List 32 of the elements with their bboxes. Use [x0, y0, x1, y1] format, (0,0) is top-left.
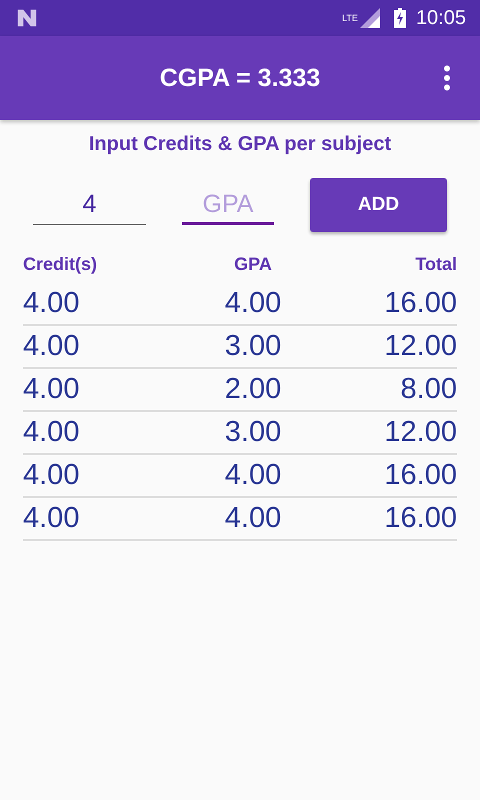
signal-icon	[360, 8, 380, 28]
table-cell-text: 4.00	[23, 416, 80, 449]
table-cell-text: 4.00	[23, 330, 80, 363]
table-cell-text: 4.00	[23, 459, 80, 492]
add-button[interactable]: ADD	[310, 178, 447, 232]
table-cell-text: 4.00	[224, 459, 282, 492]
table-cell-text: 16.00	[383, 502, 457, 535]
table-cell-text: 12.00	[383, 416, 457, 449]
table-cell-text: 3.00	[224, 330, 282, 363]
input-field[interactable]: 4	[33, 186, 146, 224]
table-cell-text: 4.00	[224, 502, 282, 535]
instruction-text: Input Credits & GPA per subject	[88, 133, 392, 156]
table-cell-text: 4.00	[224, 287, 282, 320]
table-cell-text: 8.00	[400, 373, 457, 406]
column-header: Credit(s)	[23, 254, 98, 275]
n-logo-icon	[16, 7, 38, 29]
table-cell-text: 2.00	[224, 373, 282, 406]
column-header: Total	[414, 254, 457, 275]
input-field[interactable]: GPA	[182, 186, 274, 224]
table-cell-text: 16.00	[383, 459, 457, 492]
app-title: CGPA = 3.333	[160, 64, 320, 92]
table-cell-text: 3.00	[224, 416, 282, 449]
battery-charging-icon	[394, 8, 406, 28]
table-cell-text: 4.00	[23, 287, 80, 320]
more-options-icon[interactable]	[443, 65, 451, 91]
table-cell-text: 12.00	[383, 330, 457, 363]
clock-time: 10:05	[416, 6, 466, 30]
network-label: LTE	[342, 12, 358, 22]
column-header: GPA	[233, 254, 273, 275]
table-cell-text: 4.00	[23, 502, 80, 535]
table-cell-text: 16.00	[383, 287, 457, 320]
table-cell-text: 4.00	[23, 373, 80, 406]
